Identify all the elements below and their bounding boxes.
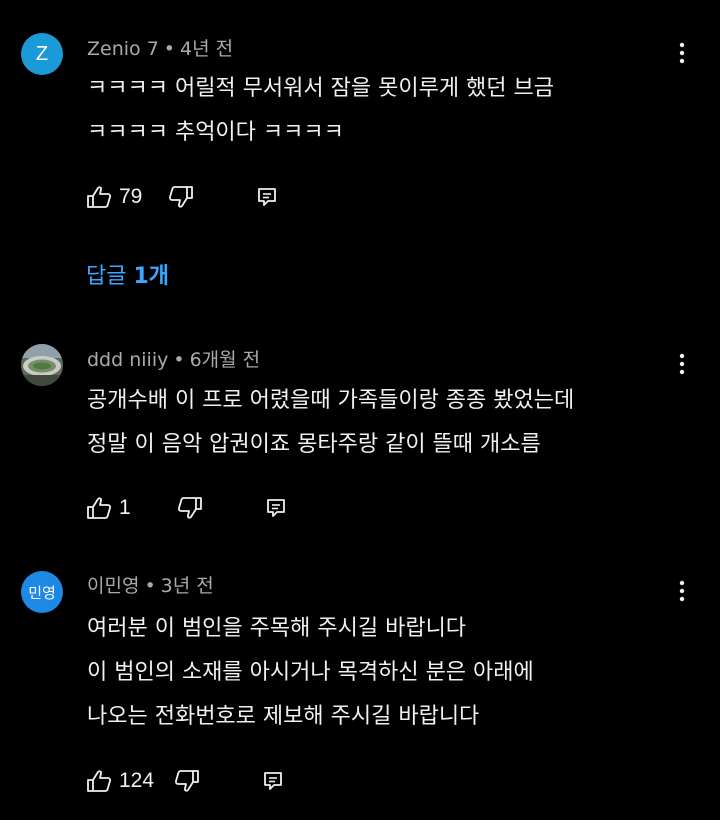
author-name[interactable]: ddd niiiy: [87, 349, 168, 371]
replies-count: 1개: [133, 264, 170, 289]
dislike-button[interactable]: [174, 769, 200, 793]
dislike-button[interactable]: [168, 185, 194, 209]
reply-comment-icon: [264, 772, 282, 790]
comment-line: 정말 이 음악 압권이죠 몽타주랑 같이 뜰때 개소름: [87, 432, 541, 457]
reply-button[interactable]: [265, 497, 287, 519]
meta-separator: •: [173, 349, 185, 371]
comment-line: 공개수배 이 프로 어렸을때 가족들이랑 종종 봤었는데: [87, 388, 575, 413]
more-options-button[interactable]: [666, 35, 698, 71]
comment-actions: 124: [86, 763, 284, 799]
meta-separator: •: [163, 38, 175, 60]
comment-line: 여러분 이 범인을 주목해 주시길 바랍니다: [87, 616, 467, 641]
more-vertical-icon: [679, 580, 685, 602]
avatar[interactable]: 민영: [21, 571, 63, 613]
comment-time[interactable]: 3년 전: [161, 575, 214, 597]
like-button[interactable]: 79: [86, 185, 142, 209]
comment-text: 공개수배 이 프로 어렸을때 가족들이랑 종종 봤었는데 정말 이 음악 압권이…: [87, 379, 574, 467]
comment-line: 이 범인의 소재를 아시거나 목격하신 분은 아래에: [87, 660, 534, 685]
comment-text: 여러분 이 범인을 주목해 주시길 바랍니다 이 범인의 소재를 아시거나 목격…: [87, 607, 534, 739]
comment-time[interactable]: 4년 전: [180, 38, 233, 60]
like-button[interactable]: 124: [86, 769, 154, 793]
avatar[interactable]: [21, 344, 63, 386]
comment-meta: ddd niiiy • 6개월 전: [87, 345, 260, 372]
meta-separator: •: [144, 575, 156, 597]
thumbs-down-icon: [175, 770, 199, 792]
more-vertical-icon: [679, 42, 685, 64]
comment-meta: 이민영 • 3년 전: [87, 571, 214, 598]
stadium-photo-avatar: [21, 344, 63, 386]
comment-line: ㅋㅋㅋㅋ 어릴적 무서워서 잠을 못이루게 했던 브금: [87, 76, 555, 101]
thumbs-up-icon: [87, 186, 112, 208]
more-options-button[interactable]: [666, 346, 698, 382]
thumbs-down-icon: [169, 186, 194, 208]
replies-label: 답글: [86, 264, 127, 289]
avatar[interactable]: Z: [21, 33, 63, 75]
comment-line: ㅋㅋㅋㅋ 추억이다 ㅋㅋㅋㅋ: [87, 120, 344, 145]
reply-comment-icon: [258, 188, 277, 206]
thumbs-down-icon: [177, 497, 202, 519]
comment-actions: 1: [86, 490, 287, 526]
comment-actions: 79: [86, 179, 278, 215]
avatar-initial: Z: [35, 42, 49, 65]
like-count: 79: [119, 185, 143, 208]
author-name[interactable]: Zenio 7: [87, 38, 159, 60]
comment-text: ㅋㅋㅋㅋ 어릴적 무서워서 잠을 못이루게 했던 브금 ㅋㅋㅋㅋ 추억이다 ㅋㅋ…: [87, 67, 554, 155]
dislike-button[interactable]: [177, 496, 203, 520]
comment-line: 나오는 전화번호로 제보해 주시길 바랍니다: [87, 704, 480, 729]
thumbs-up-icon: [87, 497, 112, 519]
reply-button[interactable]: [262, 770, 284, 792]
like-count: 1: [119, 496, 131, 519]
reply-comment-icon: [266, 499, 285, 517]
like-button[interactable]: 1: [86, 496, 131, 520]
avatar-initial: 민영: [28, 584, 56, 602]
thumbs-up-icon: [87, 770, 112, 792]
more-options-button[interactable]: [666, 573, 698, 609]
view-replies-button[interactable]: 답글 1개: [86, 258, 169, 290]
comment-time[interactable]: 6개월 전: [190, 349, 261, 371]
reply-button[interactable]: [256, 186, 278, 208]
comment-meta: Zenio 7 • 4년 전: [87, 34, 233, 61]
more-vertical-icon: [679, 353, 685, 375]
author-name[interactable]: 이민영: [87, 575, 139, 597]
like-count: 124: [119, 769, 155, 792]
